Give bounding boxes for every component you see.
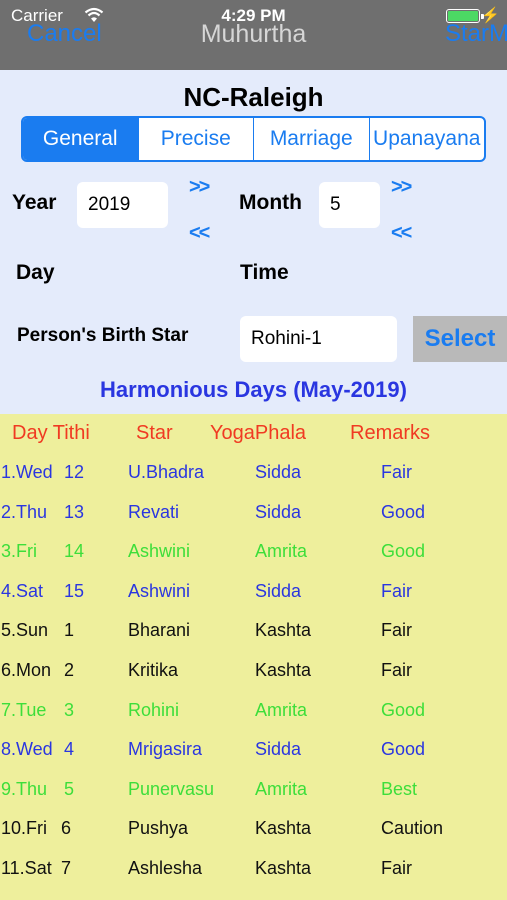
year-label: Year: [12, 191, 57, 214]
day-cell: 1.Wed: [1, 462, 53, 482]
day-cell: 4.Sat: [1, 580, 44, 601]
star-cell: Bharani: [128, 620, 191, 641]
location-title: NC-Raleigh: [183, 82, 324, 112]
table-row: 2.Thu 13 Revati Sidda Good: [0, 502, 507, 541]
day-cell: 8.Wed: [1, 739, 53, 760]
tithi-cell: 6: [61, 818, 72, 839]
navigation-bar: Carrier 4:29 PM ⚡ Cancel Muhurtha StarM: [0, 0, 507, 70]
birth-star-label: Person's Birth Star: [17, 325, 189, 346]
remark-cell: Fair: [381, 660, 412, 680]
tithi-cell: 14: [64, 541, 85, 562]
yoga-cell: Amrita: [255, 541, 308, 562]
time-label: Time: [240, 261, 289, 284]
mode-segmented-control: General Precise Marriage Upanayana: [21, 116, 486, 162]
select-button[interactable]: Select: [413, 316, 507, 362]
yoga-cell: Sidda: [255, 462, 302, 482]
day-cell: 11.Sat: [1, 858, 52, 878]
tab-precise[interactable]: Precise: [137, 118, 254, 160]
remark-cell: Fair: [381, 620, 412, 641]
day-cell: 3.Fri: [1, 541, 37, 562]
year-prev-button[interactable]: <<: [189, 222, 210, 245]
table-row: 11.Sat 7 Ashlesha Kashta Fair: [0, 858, 507, 897]
table-row: 10.Fri 6 Pushya Kashta Caution: [0, 818, 507, 857]
header-remarks: Remarks: [350, 422, 431, 444]
remark-cell: Fair: [381, 858, 412, 878]
yoga-cell: Sidda: [255, 501, 302, 522]
remark-cell: Fair: [381, 580, 412, 601]
tithi-cell: 2: [64, 660, 75, 680]
birth-star-field[interactable]: Rohini-1: [240, 316, 397, 362]
star-cell: Pushya: [128, 818, 189, 839]
tab-general[interactable]: General: [23, 118, 138, 160]
results-table: Day Tithi Star YogaPhala Remarks 1.Wed 12…: [0, 414, 507, 900]
tithi-cell: 5: [64, 778, 75, 799]
day-cell: 5.Sun: [1, 620, 49, 641]
yoga-cell: Kashta: [255, 858, 312, 878]
table-row: 3.Fri 14 Ashwini Amrita Good: [0, 541, 507, 580]
year-next-button[interactable]: >>: [189, 176, 210, 199]
tithi-cell: 1: [64, 620, 75, 641]
yoga-cell: Amrita: [255, 699, 308, 720]
tab-marriage[interactable]: Marriage: [253, 118, 369, 160]
day-cell: 6.Mon: [1, 660, 52, 680]
star-cell: Mrigasira: [128, 739, 203, 760]
page-title: Muhurtha: [200, 20, 307, 48]
tithi-cell: 15: [64, 580, 85, 601]
yoga-cell: Kashta: [255, 620, 312, 641]
star-cell: Rohini: [128, 699, 180, 720]
header-day-tithi: Day Tithi: [12, 422, 90, 444]
table-row: 8.Wed 4 Mrigasira Sidda Good: [0, 739, 507, 778]
results-title: Harmonious Days (May-2019): [100, 377, 407, 402]
day-cell: 7.Tue: [1, 699, 47, 720]
header-star: Star: [136, 422, 173, 444]
month-field[interactable]: 5: [319, 182, 380, 228]
star-cell: Kritika: [128, 660, 179, 680]
day-cell: 2.Thu: [1, 501, 48, 522]
day-cell: 9.Thu: [1, 778, 48, 799]
table-row: 7.Tue 3 Rohini Amrita Good: [0, 700, 507, 739]
table-row: 6.Mon 2 Kritika Kashta Fair: [0, 660, 507, 699]
remark-cell: Good: [381, 699, 426, 720]
month-prev-button[interactable]: <<: [391, 222, 412, 245]
remark-cell: Fair: [381, 462, 412, 482]
yoga-cell: Amrita: [255, 778, 308, 799]
yoga-cell: Kashta: [255, 660, 312, 680]
star-cell: U.Bhadra: [128, 462, 205, 482]
remark-cell: Caution: [381, 818, 444, 839]
tab-upanayana[interactable]: Upanayana: [368, 118, 485, 160]
star-button[interactable]: StarM: [445, 20, 507, 48]
remark-cell: Good: [381, 739, 426, 760]
search-form: NC-Raleigh General Precise Marriage Upan…: [0, 70, 507, 414]
table-row: 5.Sun 1 Bharani Kashta Fair: [0, 620, 507, 659]
remark-cell: Best: [381, 778, 418, 799]
day-label: Day: [16, 261, 55, 284]
table-row: 1.Wed 12 U.Bhadra Sidda Fair: [0, 462, 507, 501]
tithi-cell: 13: [64, 501, 85, 522]
header-yogaphala: YogaPhala: [210, 422, 307, 444]
yoga-cell: Sidda: [255, 739, 302, 760]
star-cell: Revati: [128, 501, 180, 522]
table-row: 4.Sat 15 Ashwini Sidda Fair: [0, 581, 507, 620]
year-field[interactable]: 2019: [77, 182, 168, 228]
tithi-cell: 7: [61, 858, 72, 878]
table-row: 9.Thu 5 Punervasu Amrita Best: [0, 779, 507, 818]
day-cell: 10.Fri: [1, 818, 48, 839]
yoga-cell: Kashta: [255, 818, 312, 839]
month-label: Month: [239, 191, 302, 214]
yoga-cell: Sidda: [255, 580, 302, 601]
star-cell: Ashwini: [128, 580, 191, 601]
star-cell: Ashlesha: [128, 858, 203, 878]
star-cell: Punervasu: [128, 778, 215, 799]
star-cell: Ashwini: [128, 541, 191, 562]
tithi-cell: 4: [64, 739, 75, 760]
month-next-button[interactable]: >>: [391, 176, 412, 199]
remark-cell: Good: [381, 501, 426, 522]
tithi-cell: 12: [64, 462, 85, 482]
remark-cell: Good: [381, 541, 426, 562]
tithi-cell: 3: [64, 699, 75, 720]
